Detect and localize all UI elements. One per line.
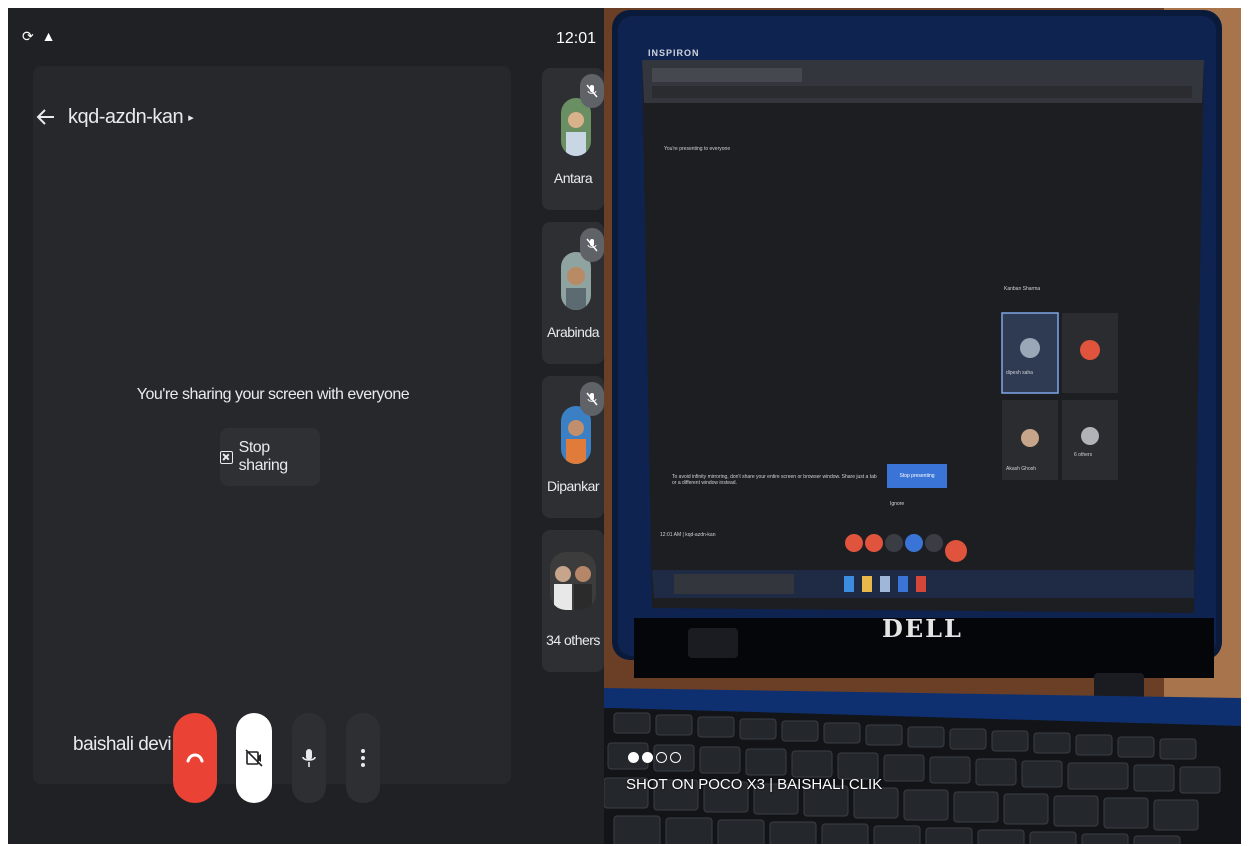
meeting-code[interactable]: kqd-azdn-kan ▸	[68, 106, 194, 129]
mic-off-icon	[580, 228, 604, 262]
more-vert-icon	[361, 749, 365, 767]
camera-toggle-button[interactable]	[236, 713, 272, 803]
laptop-photo: INSPIRON You're presenting to everyone K…	[604, 8, 1241, 844]
self-name: baishali devi	[73, 734, 172, 755]
screen-participant: 6 others	[1074, 452, 1093, 458]
screen-participant: Akash Ghosh	[1006, 466, 1037, 472]
avatar	[550, 552, 596, 610]
participant-name: Antara	[553, 170, 593, 186]
meeting-code-label: kqd-azdn-kan	[68, 106, 184, 128]
end-call-button[interactable]	[173, 713, 217, 803]
screen-participant: dipesh saha	[1006, 370, 1033, 376]
dell-logo: DELL	[882, 614, 963, 643]
participant-tile[interactable]: Dipankar	[542, 376, 604, 518]
presentation-stage	[33, 66, 511, 784]
more-options-button[interactable]	[346, 713, 380, 803]
photo-watermark: SHOT ON POCO X3 | BAISHALI CLIK	[626, 776, 883, 793]
participant-name: 34 others	[546, 632, 600, 648]
screen-stop-presenting: Stop presenting	[887, 464, 947, 488]
call-end-icon	[186, 753, 204, 763]
mic-icon	[302, 749, 316, 767]
participant-name: Dipankar	[546, 478, 600, 494]
participant-tile[interactable]: Arabinda	[542, 222, 604, 364]
mic-off-icon	[580, 382, 604, 416]
laptop-brand-label: INSPIRON	[648, 48, 700, 58]
camera-mode-dots-icon	[628, 752, 681, 763]
screen-warning: To avoid infinity mirroring, don't share…	[672, 474, 877, 486]
screen-ignore: Ignore	[890, 501, 905, 507]
mic-off-icon	[580, 74, 604, 108]
keyboard-keys	[604, 712, 1221, 844]
meet-phone-screen: ⟳ ▲ 12:01 kqd-azdn-kan ▸ You're sharing y…	[8, 8, 604, 844]
status-bar-time: 12:01	[555, 30, 596, 47]
participant-tile-others[interactable]: 34 others	[542, 530, 604, 672]
participant-name: Arabinda	[546, 324, 600, 340]
status-bar-icons: ⟳ ▲	[22, 28, 58, 44]
chevron-right-icon: ▸	[188, 112, 194, 125]
screen-participant: Kanban Sharma	[1004, 286, 1041, 292]
screen-presenting-note: You're presenting to everyone	[664, 146, 731, 152]
stop-sharing-label: Stop sharing	[238, 439, 288, 474]
stop-screen-share-icon	[220, 450, 233, 464]
participant-tile[interactable]: Antara	[542, 68, 604, 210]
screen-meeting-time: 12:01 AM | kqd-azdn-kan	[660, 532, 716, 538]
mic-toggle-button[interactable]	[292, 713, 326, 803]
sharing-message: You're sharing your screen with everyone	[136, 386, 410, 403]
stop-sharing-button[interactable]: Stop sharing	[220, 428, 320, 486]
camera-off-icon	[245, 749, 263, 767]
back-arrow-icon[interactable]	[34, 105, 58, 129]
